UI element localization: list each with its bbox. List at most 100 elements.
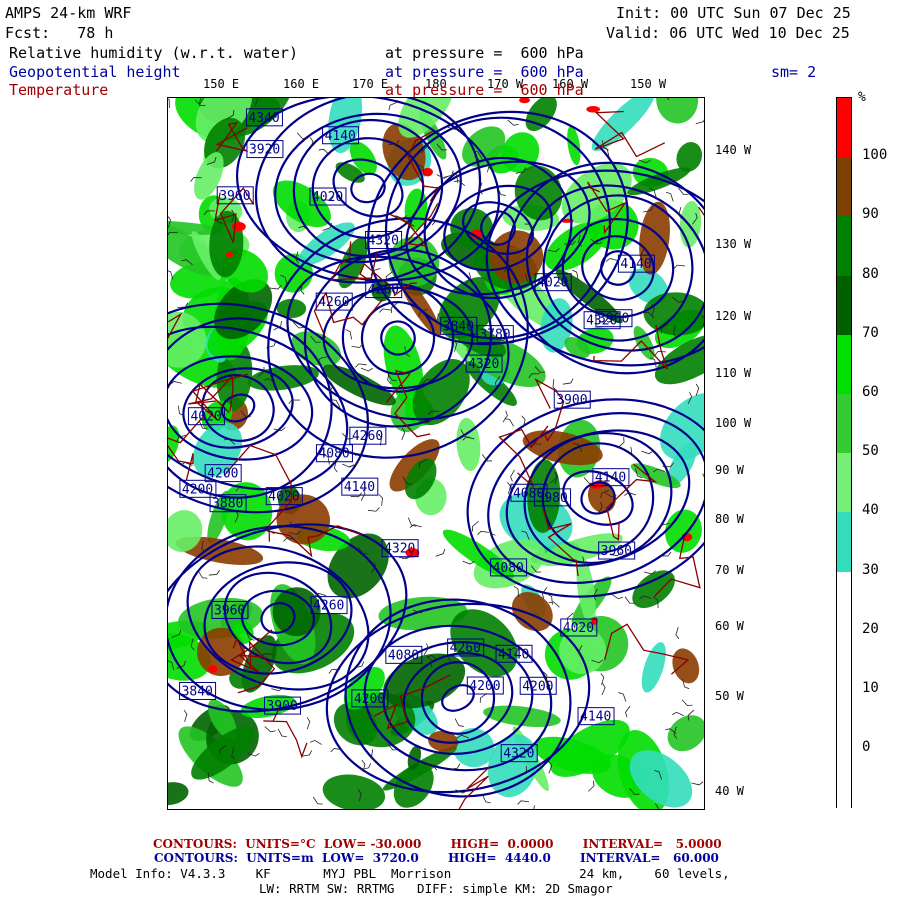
map-plot: 4320 4340 4320 4260 4200 4140 4080 4260 4320 3960… — [106, 37, 751, 856]
height-contour-label: 4200 — [182, 482, 213, 497]
height-contour-label: 4320 — [468, 357, 499, 372]
height-contour-label: 3840 — [443, 319, 474, 334]
height-contour-label: 4200 — [207, 467, 238, 482]
height-contour-label: 4260 — [368, 283, 399, 298]
right-lon-label: 40 W — [715, 784, 744, 798]
colorbar-segment — [837, 334, 851, 394]
colorbar-segment — [837, 394, 851, 454]
field-temp-level: at pressure = 600 hPa — [385, 81, 584, 99]
field-rh: Relative humidity (w.r.t. water) — [9, 44, 298, 62]
map-canvas: 4320434043204260420041404080426043203960… — [106, 37, 751, 856]
colorbar-label: 100 — [862, 147, 888, 164]
colorbar-segment — [837, 512, 851, 572]
height-contour-label: 3960 — [598, 312, 629, 327]
colorbar-label: 50 — [862, 443, 879, 460]
wind-barb — [695, 383, 700, 396]
wind-barb — [695, 116, 706, 125]
height-contour-label: 4020 — [190, 410, 221, 425]
height-contour-label: 4020 — [537, 276, 568, 291]
init-time: Init: 00 UTC Sun 07 Dec 25 — [616, 4, 851, 22]
colorbar-label: 70 — [862, 324, 879, 341]
rh-shading-blob — [525, 95, 557, 132]
rh-shading-blob — [672, 648, 700, 684]
height-contour-label: 4140 — [580, 710, 611, 725]
height-contour-label: 4200 — [469, 679, 500, 694]
colorbar-label: 10 — [862, 680, 879, 696]
right-lon-label: 130 W — [715, 237, 752, 251]
rh-shading-blob — [656, 75, 699, 124]
height-contour-label: 4260 — [313, 599, 344, 614]
top-lon-label: 170 E — [352, 77, 389, 91]
temp-contour-info: CONTOURS: UNITS=°C LOW= -30.000 HIGH= 0.… — [153, 837, 722, 851]
wind-barb — [266, 340, 277, 349]
wind-barb — [288, 399, 300, 405]
rh-shading-blob — [322, 774, 386, 812]
wind-barb — [625, 705, 631, 718]
right-lon-label: 100 W — [715, 416, 752, 430]
wind-barb — [587, 780, 595, 792]
height-contour-label: 3900 — [267, 699, 298, 714]
rh-saturation-spot — [208, 665, 218, 674]
height-contour-label: 3960 — [214, 603, 245, 618]
height-contour-label: 4140 — [325, 129, 356, 144]
model-title: AMPS 24-km WRF — [5, 4, 132, 22]
rh-shading-blob — [156, 425, 180, 464]
colorbar-segment — [837, 98, 851, 158]
colorbar-label: 30 — [862, 561, 879, 578]
height-contour-label: 4260 — [318, 295, 349, 310]
colorbar-segment — [837, 630, 851, 690]
wind-barb — [702, 473, 712, 483]
colorbar-label: 80 — [862, 265, 879, 282]
height-contour-label: 3960 — [601, 544, 632, 559]
colorbar-segment — [837, 453, 851, 513]
right-lon-label: 60 W — [715, 619, 744, 633]
height-contour-label: 3960 — [219, 189, 250, 204]
height-contour-info: CONTOURS: UNITS=m LOW= 3720.0 HIGH= 4440… — [154, 851, 719, 865]
colorbar-unit: % — [858, 90, 866, 105]
physics-info: LW: RRTM SW: RRTMG DIFF: simple KM: 2D S… — [259, 881, 613, 896]
height-contour-label: 4080 — [318, 447, 349, 462]
wind-barb — [654, 351, 666, 356]
height-contour-label: 3880 — [212, 497, 243, 512]
wind-barb — [208, 570, 220, 576]
height-contour-label: 4140 — [620, 257, 651, 272]
colorbar-segment — [837, 571, 851, 631]
wind-barb — [502, 410, 508, 423]
height-contour-label: 4260 — [450, 641, 481, 656]
height-contour-label: 4020 — [312, 190, 343, 205]
height-contour-label: 4320 — [368, 233, 399, 248]
wind-barb — [601, 683, 606, 696]
wind-barb — [504, 418, 514, 427]
wind-barb — [454, 718, 464, 727]
height-contour-label: 4080 — [493, 561, 524, 576]
wind-barb — [562, 378, 574, 385]
wind-barb — [532, 805, 537, 818]
wind-barb — [388, 101, 398, 111]
height-contour-label: 4260 — [352, 429, 383, 444]
wind-barb — [312, 796, 323, 805]
colorbar-label: 40 — [862, 502, 879, 519]
wind-barb — [378, 494, 383, 506]
right-lon-label: 80 W — [715, 512, 744, 526]
valid-time: Valid: 06 UTC Wed 10 Dec 25 — [606, 24, 850, 42]
weather-map-figure: AMPS 24-km WRF Fcst: 78 h Init: 00 UTC S… — [0, 0, 900, 900]
wind-barb — [183, 709, 188, 722]
colorbar — [836, 97, 852, 809]
wind-barb — [264, 726, 276, 733]
colorbar-segment — [837, 690, 851, 750]
colorbar-segment — [837, 157, 851, 217]
wind-barb — [471, 521, 479, 532]
height-contour-label: 3920 — [249, 143, 280, 158]
wind-barb — [164, 96, 170, 108]
right-lon-label: 110 W — [715, 366, 752, 380]
wind-barb — [360, 367, 373, 372]
wind-barb — [368, 507, 380, 512]
colorbar-label: 90 — [862, 206, 879, 223]
height-contour-label: 4020 — [563, 621, 594, 636]
wind-barb — [681, 699, 693, 707]
wind-barb — [479, 693, 488, 703]
height-contour-label: 4080 — [388, 648, 419, 663]
height-contour-label: 4320 — [384, 542, 415, 557]
right-lon-label: 140 W — [715, 143, 752, 157]
height-contour-label: 4020 — [268, 490, 299, 505]
